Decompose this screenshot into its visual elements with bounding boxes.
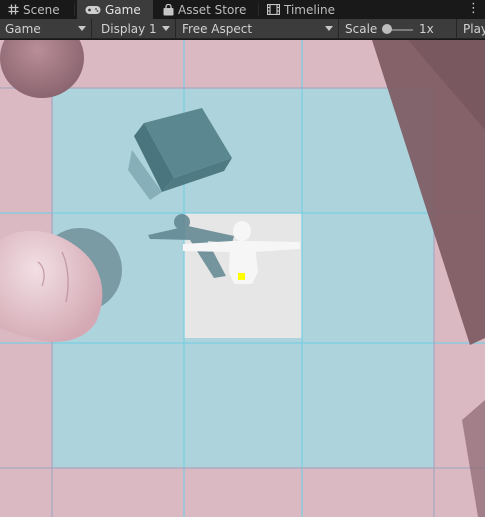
tab-divider bbox=[74, 3, 75, 16]
display-value: Display 1 bbox=[101, 21, 157, 36]
display-dropdown[interactable]: Display 1 bbox=[96, 19, 176, 38]
display-mode-dropdown[interactable]: Game bbox=[0, 19, 92, 38]
tab-game[interactable]: Game bbox=[77, 0, 153, 19]
game-viewport[interactable] bbox=[0, 40, 485, 517]
selection-pivot-icon bbox=[238, 273, 245, 280]
chevron-down-icon bbox=[78, 26, 86, 31]
more-options-icon[interactable]: ⋮ bbox=[467, 1, 480, 16]
scale-value: 1x bbox=[419, 21, 434, 36]
tab-game-label: Game bbox=[105, 2, 141, 17]
aspect-dropdown[interactable]: Free Aspect bbox=[177, 19, 339, 38]
bag-icon bbox=[163, 3, 174, 16]
scale-label: Scale bbox=[345, 21, 378, 36]
scale-slider-handle[interactable] bbox=[382, 24, 392, 34]
aspect-value: Free Aspect bbox=[182, 21, 253, 36]
tab-scene-label: Scene bbox=[23, 2, 60, 17]
grid-icon bbox=[8, 4, 19, 15]
play-mode-label: Play bbox=[463, 21, 485, 36]
scale-control: Scale 1x bbox=[340, 19, 457, 38]
display-mode-value: Game bbox=[5, 21, 41, 36]
editor-tab-bar: Scene Game Asset Store Timeline ⋮ bbox=[0, 0, 485, 19]
tab-scene[interactable]: Scene bbox=[0, 0, 74, 19]
game-view-toolbar: Game Display 1 Free Aspect Scale 1x Play bbox=[0, 19, 485, 39]
gamepad-icon bbox=[85, 5, 101, 15]
tab-asset-store[interactable]: Asset Store bbox=[155, 0, 257, 19]
chevron-down-icon bbox=[162, 26, 170, 31]
play-mode-dropdown[interactable]: Play bbox=[458, 19, 485, 38]
tab-timeline-label: Timeline bbox=[284, 2, 336, 17]
tab-timeline[interactable]: Timeline bbox=[259, 0, 349, 19]
film-icon bbox=[267, 4, 280, 15]
game-render bbox=[0, 40, 485, 517]
chevron-down-icon bbox=[325, 26, 333, 31]
tab-asset-store-label: Asset Store bbox=[178, 2, 247, 17]
